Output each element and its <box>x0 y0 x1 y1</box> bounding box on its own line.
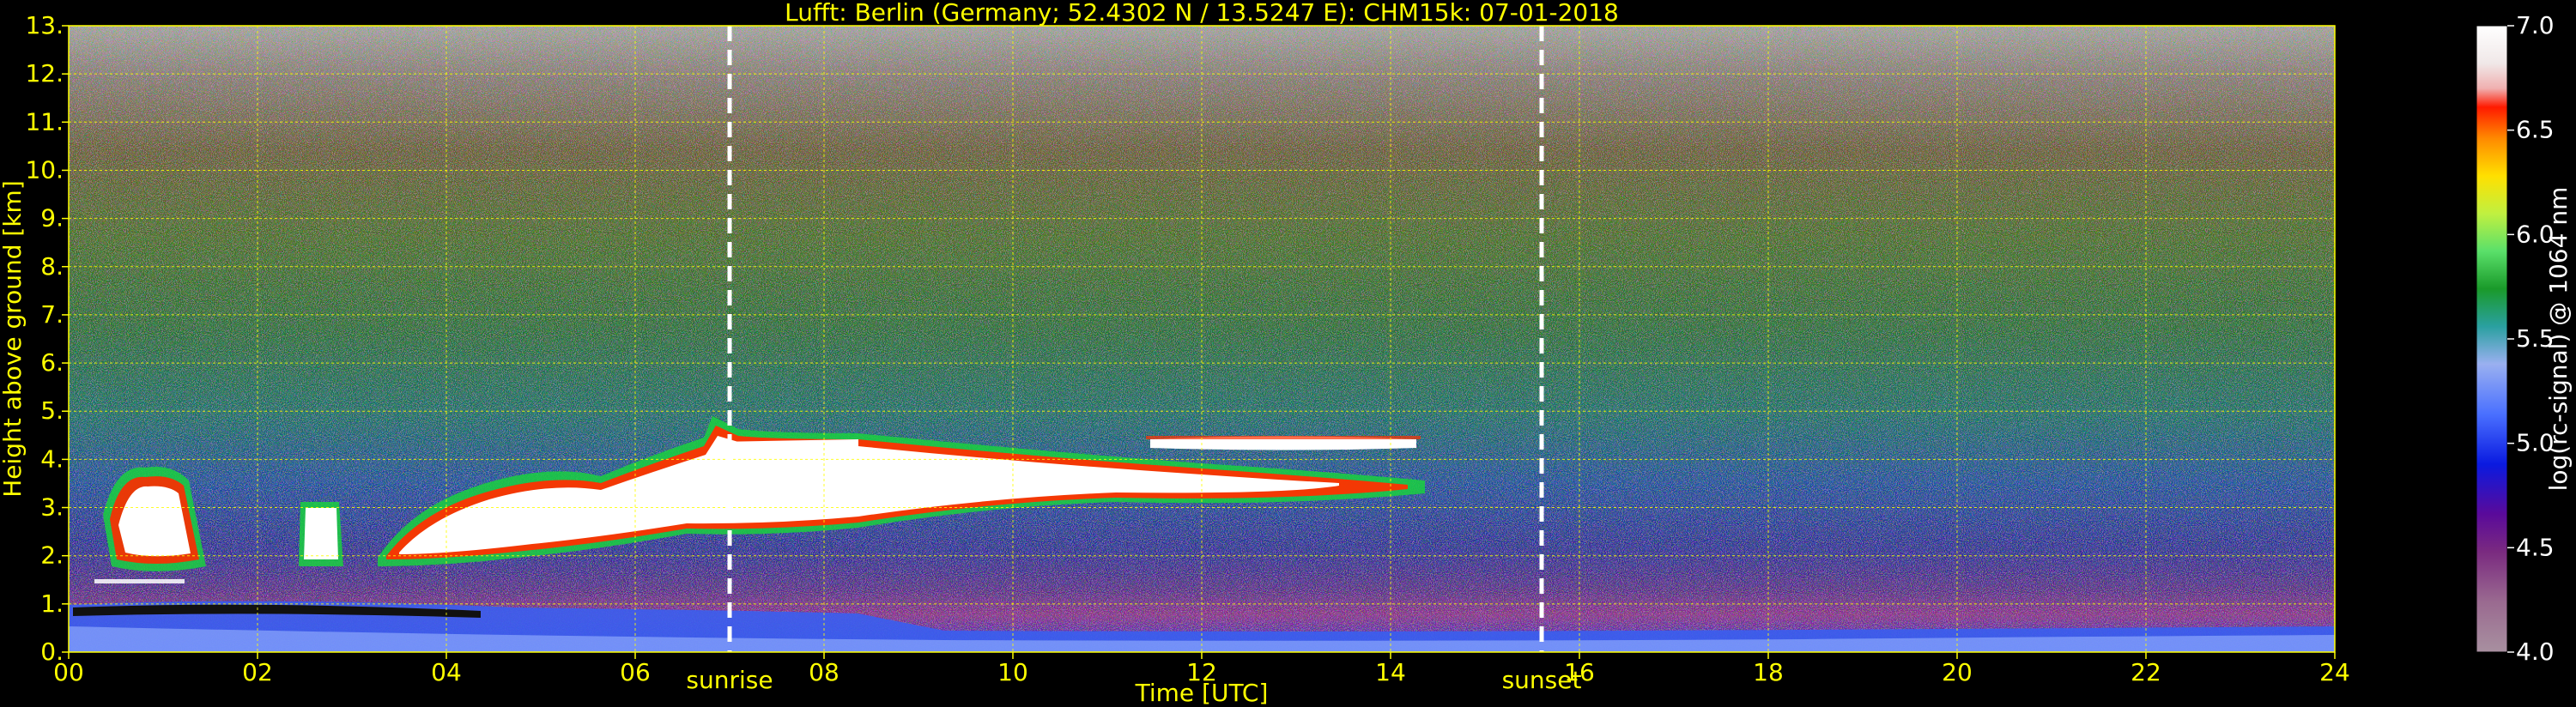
x-tick-label: 10 <box>997 658 1028 686</box>
x-tick-label: 18 <box>1753 658 1784 686</box>
y-tick-label: 2. <box>40 541 64 570</box>
colorbar-gradient <box>2476 26 2507 652</box>
chart-title: Lufft: Berlin (Germany; 52.4302 N / 13.5… <box>785 0 1619 27</box>
y-tick-label: 10. <box>25 155 64 184</box>
y-tick-label: 9. <box>40 204 64 233</box>
x-tick-label: 02 <box>242 658 273 686</box>
y-tick-label: 1. <box>40 589 64 618</box>
x-tick-label: 06 <box>620 658 651 686</box>
y-tick-label: 3. <box>40 493 64 522</box>
y-tick-label: 13. <box>25 11 64 39</box>
y-tick-label: 12. <box>25 59 64 88</box>
y-tick-label: 0. <box>40 638 64 666</box>
y-tick-label: 4. <box>40 444 64 473</box>
x-tick-label: 16 <box>1564 658 1595 686</box>
y-tick-label: 7. <box>40 300 64 329</box>
chart: sunrise sunset 00 02 04 06 08 10 12 14 16 18 20 22 24… <box>0 0 2573 707</box>
colorbar: 4.04.55.05.56.06.57.0 log(rc-signal) @ 1… <box>2476 11 2573 666</box>
y-tick-label: 5. <box>40 396 64 425</box>
colorbar-tick-label: 4.0 <box>2516 638 2555 666</box>
x-tick-label: 04 <box>431 658 462 686</box>
colorbar-tick-label: 6.5 <box>2516 116 2555 144</box>
x-tick-label: 24 <box>2319 658 2350 686</box>
y-tick-label: 6. <box>40 348 64 377</box>
colorbar-label: log(rc-signal) @ 1064 nm <box>2544 187 2573 492</box>
x-axis-label: Time [UTC] <box>1135 679 1269 707</box>
colorbar-tick-label: 4.5 <box>2516 533 2555 561</box>
y-axis: 0. 1. 2. 3. 4. 5. 6. 7. 8. 9. 10. 11. 12. 13. <box>25 11 69 666</box>
x-tick-label: 14 <box>1375 658 1406 686</box>
y-tick-label: 8. <box>40 252 64 281</box>
colorbar-tick-label: 7.0 <box>2516 11 2555 39</box>
sunrise-label: sunrise <box>686 666 773 694</box>
y-tick-label: 11. <box>25 107 64 136</box>
y-axis-label: Height above ground [km] <box>0 180 27 498</box>
x-tick-label: 22 <box>2131 658 2161 686</box>
x-tick-label: 20 <box>1942 658 1973 686</box>
x-tick-label: 08 <box>809 658 839 686</box>
